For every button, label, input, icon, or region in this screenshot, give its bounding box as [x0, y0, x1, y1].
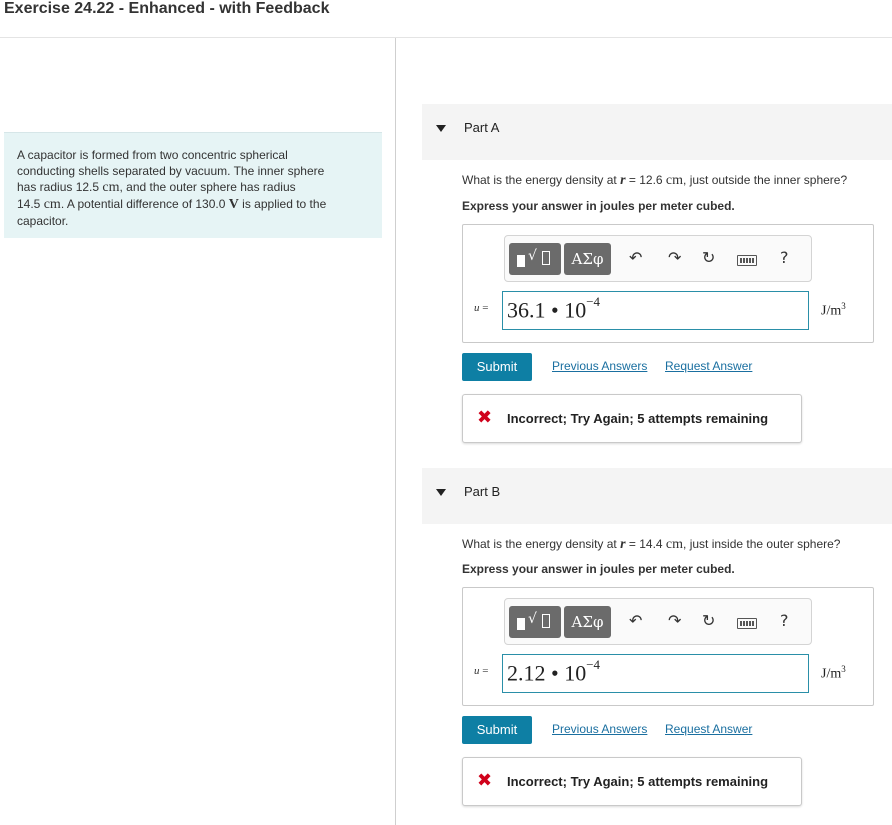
answer-unit: J/m3 [821, 664, 846, 682]
collapse-triangle-icon[interactable] [436, 125, 446, 132]
request-answer-link[interactable]: Request Answer [665, 359, 752, 373]
keyboard-icon[interactable] [737, 618, 757, 629]
feedback-box: ✖ Incorrect; Try Again; 5 attempts remai… [462, 394, 802, 443]
math-toolbar: √ ΑΣφ ↶ ↷ ↻ ? [504, 598, 812, 645]
part-b-answer-box: √ ΑΣφ ↶ ↷ ↻ ? u = 2.12 • 10−4 J/m3 [462, 587, 874, 706]
part-a-instructions: Express your answer in joules per meter … [462, 199, 735, 213]
incorrect-icon: ✖ [477, 770, 493, 791]
problem-line: 14.5 cm. A potential difference of 130.0… [17, 197, 327, 212]
templates-button[interactable]: √ [509, 243, 561, 275]
problem-line: A capacitor is formed from two concentri… [17, 148, 288, 162]
previous-answers-link[interactable]: Previous Answers [552, 359, 647, 373]
incorrect-icon: ✖ [477, 407, 493, 428]
problem-line: capacitor. [17, 214, 69, 228]
redo-icon[interactable]: ↷ [668, 249, 681, 267]
templates-button[interactable]: √ [509, 606, 561, 638]
submit-button[interactable]: Submit [462, 353, 532, 381]
undo-icon[interactable]: ↶ [629, 249, 642, 267]
part-b-question: What is the energy density at r = 14.4 c… [462, 537, 841, 552]
page-title: Exercise 24.22 - Enhanced - with Feedbac… [4, 0, 330, 17]
part-a-label: Part A [464, 120, 500, 135]
keyboard-icon[interactable] [737, 255, 757, 266]
column-divider [395, 38, 396, 825]
help-icon[interactable]: ? [780, 249, 789, 267]
collapse-triangle-icon[interactable] [436, 489, 446, 496]
part-a-question: What is the energy density at r = 12.6 c… [462, 173, 848, 188]
part-a-header[interactable]: Part A [422, 104, 892, 160]
greek-symbols-button[interactable]: ΑΣφ [564, 243, 611, 275]
answer-input[interactable]: 2.12 • 10−4 [502, 654, 809, 693]
previous-answers-link[interactable]: Previous Answers [552, 722, 647, 736]
answer-variable-label: u = [474, 302, 489, 314]
reset-icon[interactable]: ↻ [702, 249, 715, 267]
template-box-icon [517, 618, 525, 630]
problem-statement: A capacitor is formed from two concentri… [4, 132, 382, 238]
part-a-answer-box: √ ΑΣφ ↶ ↷ ↻ ? u = 36.1 • 10−4 J/m3 [462, 224, 874, 343]
answer-variable-label: u = [474, 665, 489, 677]
title-divider [0, 37, 892, 38]
undo-icon[interactable]: ↶ [629, 612, 642, 630]
problem-line: conducting shells separated by vacuum. T… [17, 164, 325, 178]
greek-symbols-button[interactable]: ΑΣφ [564, 606, 611, 638]
help-icon[interactable]: ? [780, 612, 789, 630]
answer-input[interactable]: 36.1 • 10−4 [502, 291, 809, 330]
feedback-message: Incorrect; Try Again; 5 attempts remaini… [507, 411, 769, 426]
submit-button[interactable]: Submit [462, 716, 532, 744]
feedback-box: ✖ Incorrect; Try Again; 5 attempts remai… [462, 757, 802, 806]
math-toolbar: √ ΑΣφ ↶ ↷ ↻ ? [504, 235, 812, 282]
part-b-label: Part B [464, 484, 501, 499]
reset-icon[interactable]: ↻ [702, 612, 715, 630]
request-answer-link[interactable]: Request Answer [665, 722, 752, 736]
problem-line: has radius 12.5 cm, and the outer sphere… [17, 180, 296, 195]
template-box-icon [542, 251, 550, 265]
template-box-icon [542, 614, 550, 628]
feedback-message: Incorrect; Try Again; 5 attempts remaini… [507, 774, 769, 789]
template-box-icon [517, 255, 525, 267]
part-b-instructions: Express your answer in joules per meter … [462, 562, 735, 576]
answer-unit: J/m3 [821, 301, 846, 319]
redo-icon[interactable]: ↷ [668, 612, 681, 630]
part-b-header[interactable]: Part B [422, 468, 892, 524]
